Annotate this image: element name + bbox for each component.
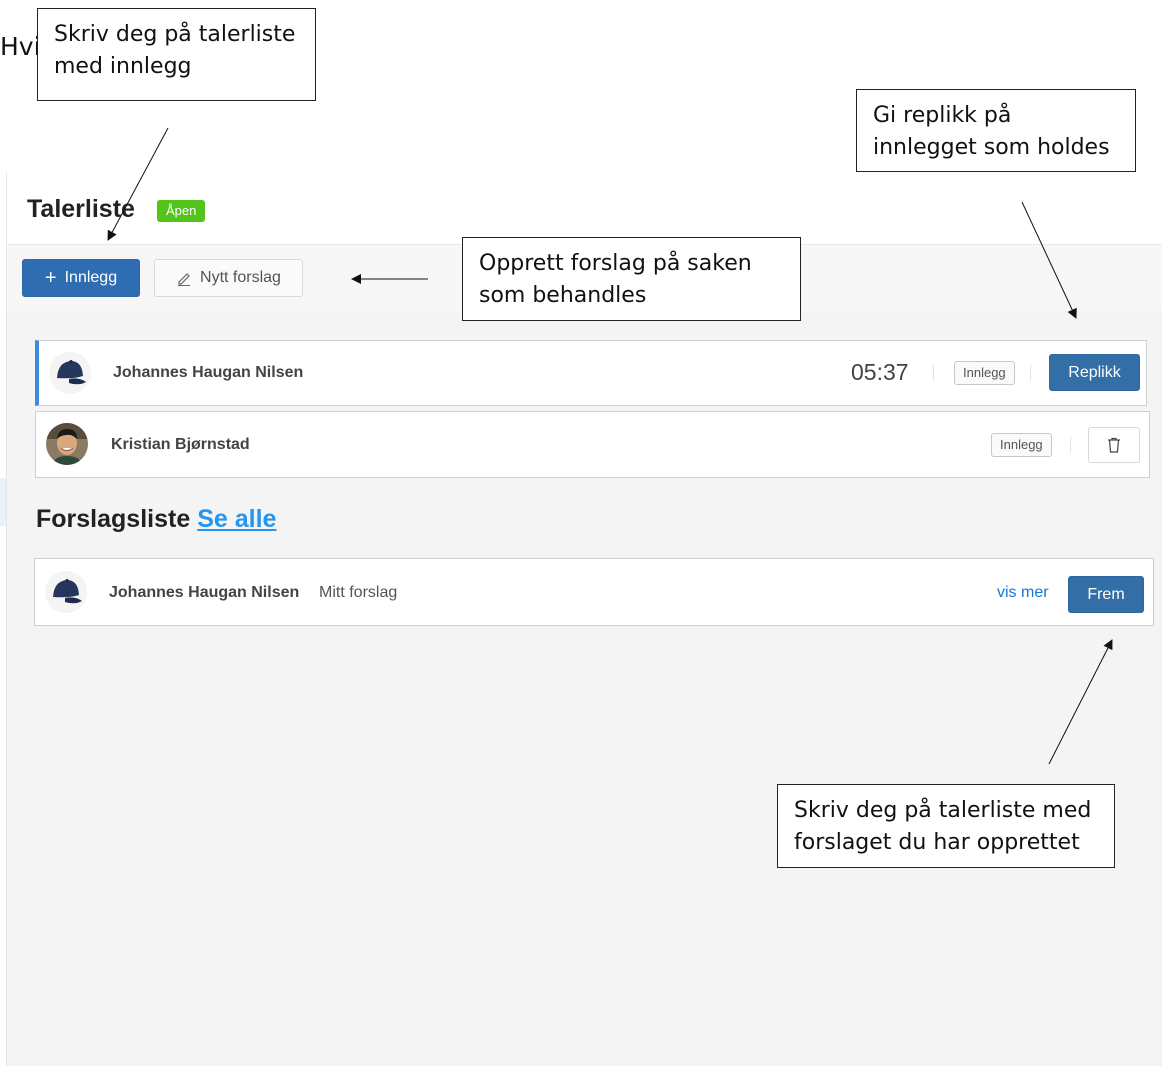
speaker-timer: 05:37 bbox=[851, 359, 909, 385]
reply-label: Replikk bbox=[1068, 363, 1121, 381]
separator bbox=[1070, 437, 1071, 453]
app-header: Talerliste Åpen bbox=[7, 172, 1162, 245]
add-entry-button[interactable]: + Innlegg bbox=[22, 259, 140, 297]
see-all-link[interactable]: Se alle bbox=[197, 505, 276, 533]
reply-button[interactable]: Replikk bbox=[1049, 354, 1140, 391]
proposal-row: Johannes Haugan Nilsen Mitt forslag vis … bbox=[34, 558, 1154, 626]
person-avatar-icon bbox=[46, 423, 88, 465]
new-proposal-label: Nytt forslag bbox=[200, 269, 281, 286]
callout-reply: Gi replikk på innlegget som holdes bbox=[856, 89, 1136, 172]
callout-add-entry: Skriv deg på talerliste med innlegg bbox=[37, 8, 316, 101]
status-badge: Åpen bbox=[157, 200, 206, 222]
entry-type-tag: Innlegg bbox=[954, 361, 1015, 385]
avatar bbox=[46, 423, 88, 465]
show-more-link[interactable]: vis mer bbox=[997, 584, 1049, 602]
entry-type-tag: Innlegg bbox=[991, 433, 1052, 457]
proposals-title: Forslagsliste Se alle bbox=[36, 505, 276, 534]
proposals-title-text: Forslagsliste bbox=[36, 505, 191, 533]
separator bbox=[1030, 365, 1031, 381]
plus-icon: + bbox=[44, 267, 57, 289]
speaker-name: Johannes Haugan Nilsen bbox=[113, 364, 304, 381]
speaker-row: Kristian Bjørnstad Innlegg bbox=[35, 411, 1150, 478]
proposal-text: Mitt forslag bbox=[319, 584, 398, 601]
speaker-row: Johannes Haugan Nilsen 05:37 Innlegg Rep… bbox=[35, 340, 1147, 406]
side-highlight bbox=[0, 478, 6, 526]
proposal-author: Johannes Haugan Nilsen bbox=[109, 584, 300, 601]
cap-avatar-icon bbox=[49, 352, 91, 394]
add-entry-label: Innlegg bbox=[64, 269, 118, 286]
pencil-icon bbox=[178, 273, 191, 286]
trash-icon bbox=[1108, 437, 1120, 453]
separator bbox=[933, 365, 934, 381]
speaker-name: Kristian Bjørnstad bbox=[111, 436, 250, 453]
avatar bbox=[45, 571, 87, 613]
callout-proposal-queue: Skriv deg på talerliste med forslaget du… bbox=[777, 784, 1115, 868]
cap-avatar-icon bbox=[45, 571, 87, 613]
delete-button[interactable] bbox=[1088, 427, 1140, 463]
callout-proposal: Opprett forslag på saken som behandles bbox=[462, 237, 801, 321]
new-proposal-button[interactable]: Nytt forslag bbox=[154, 259, 303, 297]
queue-proposal-button[interactable]: Frem bbox=[1068, 576, 1144, 613]
page-title: Talerliste bbox=[27, 195, 135, 223]
queue-proposal-label: Frem bbox=[1087, 585, 1125, 603]
avatar bbox=[49, 352, 91, 394]
